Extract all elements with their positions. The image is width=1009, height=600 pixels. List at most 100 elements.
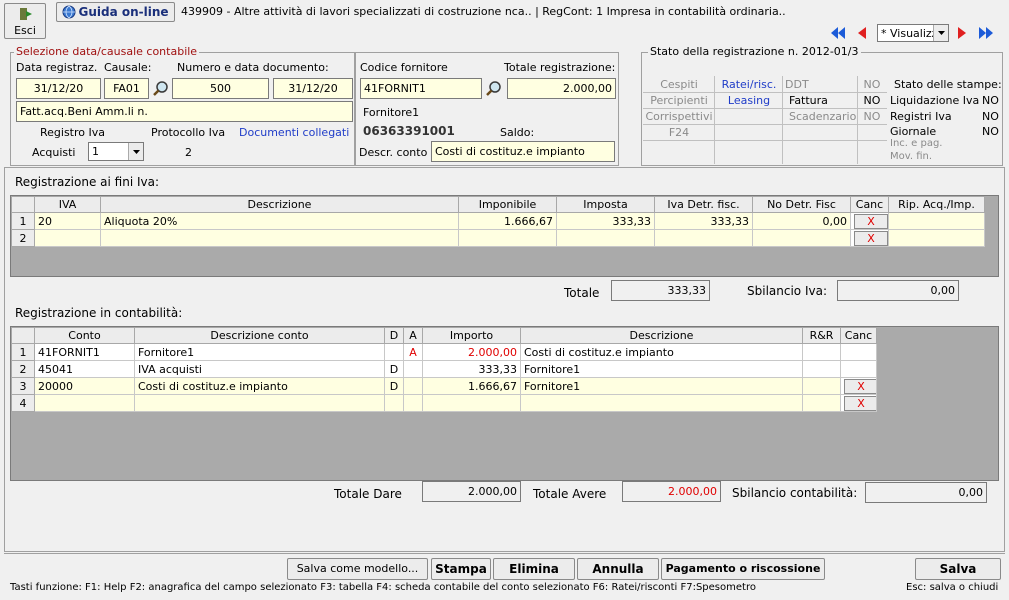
registro-iva-select[interactable]: 1 bbox=[88, 142, 144, 161]
cont-cell-descrizione[interactable] bbox=[520, 394, 803, 412]
first-record-icon[interactable] bbox=[829, 24, 847, 42]
iva-cell-descrizione[interactable] bbox=[100, 229, 459, 247]
cont-cell-rr[interactable] bbox=[802, 394, 841, 412]
iva-cell-descrizione[interactable]: Aliquota 20% bbox=[100, 212, 459, 230]
cont-cell-rr[interactable] bbox=[802, 377, 841, 395]
iva-cell-imponibile[interactable]: 1.666,67 bbox=[458, 212, 557, 230]
descr-conto-field[interactable]: Costi di costituz.e impianto bbox=[431, 141, 615, 162]
stampa-button[interactable]: Stampa bbox=[431, 558, 491, 580]
cont-cell-canc[interactable] bbox=[840, 360, 877, 378]
cont-cell-avere[interactable]: A bbox=[403, 343, 423, 361]
iva-header-row: IVA Descrizione Imponibile Imposta Iva D… bbox=[11, 196, 985, 213]
view-select[interactable]: * Visualizz bbox=[877, 24, 949, 42]
cont-cell-dare[interactable]: D bbox=[384, 377, 404, 395]
stato-percipienti[interactable]: Percipienti bbox=[643, 94, 715, 107]
totale-dare-label: Totale Dare bbox=[334, 487, 402, 501]
annulla-button[interactable]: Annulla bbox=[577, 558, 659, 580]
cont-cell-conto[interactable]: 20000 bbox=[34, 377, 135, 395]
stato-ddt[interactable]: DDT bbox=[785, 78, 825, 91]
iva-cell-rip[interactable] bbox=[888, 229, 985, 247]
cont-cell-importo[interactable]: 333,33 bbox=[422, 360, 521, 378]
cont-cell-importo[interactable] bbox=[422, 394, 521, 412]
cont-cell-canc[interactable] bbox=[840, 343, 877, 361]
cont-cell-descr-conto[interactable]: Fornitore1 bbox=[134, 343, 385, 361]
numero-documento-field[interactable]: 500 bbox=[172, 78, 269, 99]
documenti-collegati-link[interactable]: Documenti collegati bbox=[239, 126, 349, 139]
cont-cell-descr-conto[interactable] bbox=[134, 394, 385, 412]
iva-cell-rip[interactable] bbox=[888, 212, 985, 230]
cont-cell-avere[interactable] bbox=[403, 377, 423, 395]
fornitore-piva: 06363391001 bbox=[363, 124, 455, 138]
stato-scadenzario[interactable]: Scadenzario bbox=[789, 110, 859, 123]
table-row: 3 20000 Costi di costituz.e impianto D 1… bbox=[11, 377, 877, 395]
iva-totale-label: Totale bbox=[564, 286, 600, 300]
next-record-icon[interactable] bbox=[953, 24, 971, 42]
iva-cell-imponibile[interactable] bbox=[458, 229, 557, 247]
prev-record-icon[interactable] bbox=[853, 24, 871, 42]
cont-cell-descr-conto[interactable]: Costi di costituz.e impianto bbox=[134, 377, 385, 395]
codice-fornitore-field[interactable]: 41FORNIT1 bbox=[360, 78, 482, 99]
elimina-button[interactable]: Elimina bbox=[493, 558, 575, 580]
row-number: 2 bbox=[11, 360, 35, 378]
search-fornitore-icon[interactable] bbox=[485, 80, 503, 98]
cont-cell-descr-conto[interactable]: IVA acquisti bbox=[134, 360, 385, 378]
pagamento-button[interactable]: Pagamento o riscossione bbox=[661, 558, 825, 580]
totale-registrazione-label: Totale registrazione: bbox=[504, 61, 616, 74]
totale-registrazione-field[interactable]: 2.000,00 bbox=[507, 78, 616, 99]
iva-cell-detr[interactable] bbox=[654, 229, 753, 247]
data-documento-field[interactable]: 31/12/20 bbox=[273, 78, 353, 99]
cont-cell-avere[interactable] bbox=[403, 360, 423, 378]
data-registrazione-field[interactable]: 31/12/20 bbox=[16, 78, 101, 99]
iva-cell-aliquota[interactable]: 20 bbox=[34, 212, 101, 230]
search-causale-icon[interactable] bbox=[152, 80, 170, 98]
codice-fornitore-label: Codice fornitore bbox=[360, 61, 448, 74]
descrizione-causale-field[interactable]: Fatt.acq.Beni Amm.li n. bbox=[16, 101, 353, 122]
stato-title: Stato della registrazione n. 2012-01/3 bbox=[648, 45, 861, 58]
cont-cell-avere[interactable] bbox=[403, 394, 423, 412]
salva-button[interactable]: Salva bbox=[915, 558, 1001, 580]
stato-corrispettivi[interactable]: Corrispettivi bbox=[643, 110, 715, 123]
cont-cell-conto[interactable]: 45041 bbox=[34, 360, 135, 378]
stampa-registri-value: NO bbox=[982, 110, 999, 123]
iva-cell-imposta[interactable]: 333,33 bbox=[556, 212, 655, 230]
stato-cespiti[interactable]: Cespiti bbox=[643, 78, 715, 91]
last-record-icon[interactable] bbox=[977, 24, 997, 42]
cont-cell-rr[interactable] bbox=[802, 360, 841, 378]
totale-avere-label: Totale Avere bbox=[533, 487, 607, 501]
exit-button[interactable]: Esci bbox=[4, 3, 46, 39]
cont-cell-dare[interactable]: D bbox=[384, 360, 404, 378]
iva-cell-detr[interactable]: 333,33 bbox=[654, 212, 753, 230]
cont-cell-conto[interactable] bbox=[34, 394, 135, 412]
delete-row-button[interactable]: X bbox=[844, 378, 876, 394]
cont-cell-importo[interactable]: 2.000,00 bbox=[422, 343, 521, 361]
cont-cell-descrizione[interactable]: Fornitore1 bbox=[520, 377, 803, 395]
table-row: 1 20 Aliquota 20% 1.666,67 333,33 333,33… bbox=[11, 212, 985, 230]
cont-cell-conto[interactable]: 41FORNIT1 bbox=[34, 343, 135, 361]
cont-cell-descrizione[interactable]: Fornitore1 bbox=[520, 360, 803, 378]
delete-row-button[interactable]: X bbox=[844, 395, 876, 411]
contabilita-table: Conto Descrizione conto D A Importo Desc… bbox=[11, 327, 877, 412]
stato-ratei-risconti[interactable]: Ratei/risc. bbox=[715, 78, 783, 91]
cont-cell-descrizione[interactable]: Costi di costituz.e impianto bbox=[520, 343, 803, 361]
cont-cell-dare[interactable] bbox=[384, 343, 404, 361]
stampa-giornale-label: Giornale bbox=[890, 125, 937, 138]
iva-cell-nodetr[interactable] bbox=[752, 229, 851, 247]
stato-fattura[interactable]: Fattura bbox=[789, 94, 849, 107]
causale-field[interactable]: FA01 bbox=[104, 78, 149, 99]
salva-modello-button[interactable]: Salva come modello... bbox=[287, 558, 428, 580]
iva-cell-nodetr[interactable]: 0,00 bbox=[752, 212, 851, 230]
stato-leasing[interactable]: Leasing bbox=[715, 94, 783, 107]
delete-row-button[interactable]: X bbox=[854, 213, 888, 229]
sbilancio-contabilita-label: Sbilancio contabilità: bbox=[732, 486, 858, 500]
row-number: 3 bbox=[11, 377, 35, 395]
iva-header-imposta: Imposta bbox=[556, 196, 655, 213]
help-button[interactable]: Guida on-line bbox=[56, 2, 175, 22]
cont-header-rr: R&R bbox=[802, 327, 841, 344]
iva-cell-aliquota[interactable] bbox=[34, 229, 101, 247]
stato-f24[interactable]: F24 bbox=[643, 126, 715, 139]
iva-cell-imposta[interactable] bbox=[556, 229, 655, 247]
cont-cell-dare[interactable] bbox=[384, 394, 404, 412]
cont-cell-rr[interactable] bbox=[802, 343, 841, 361]
cont-cell-importo[interactable]: 1.666,67 bbox=[422, 377, 521, 395]
delete-row-button[interactable]: X bbox=[854, 230, 888, 246]
